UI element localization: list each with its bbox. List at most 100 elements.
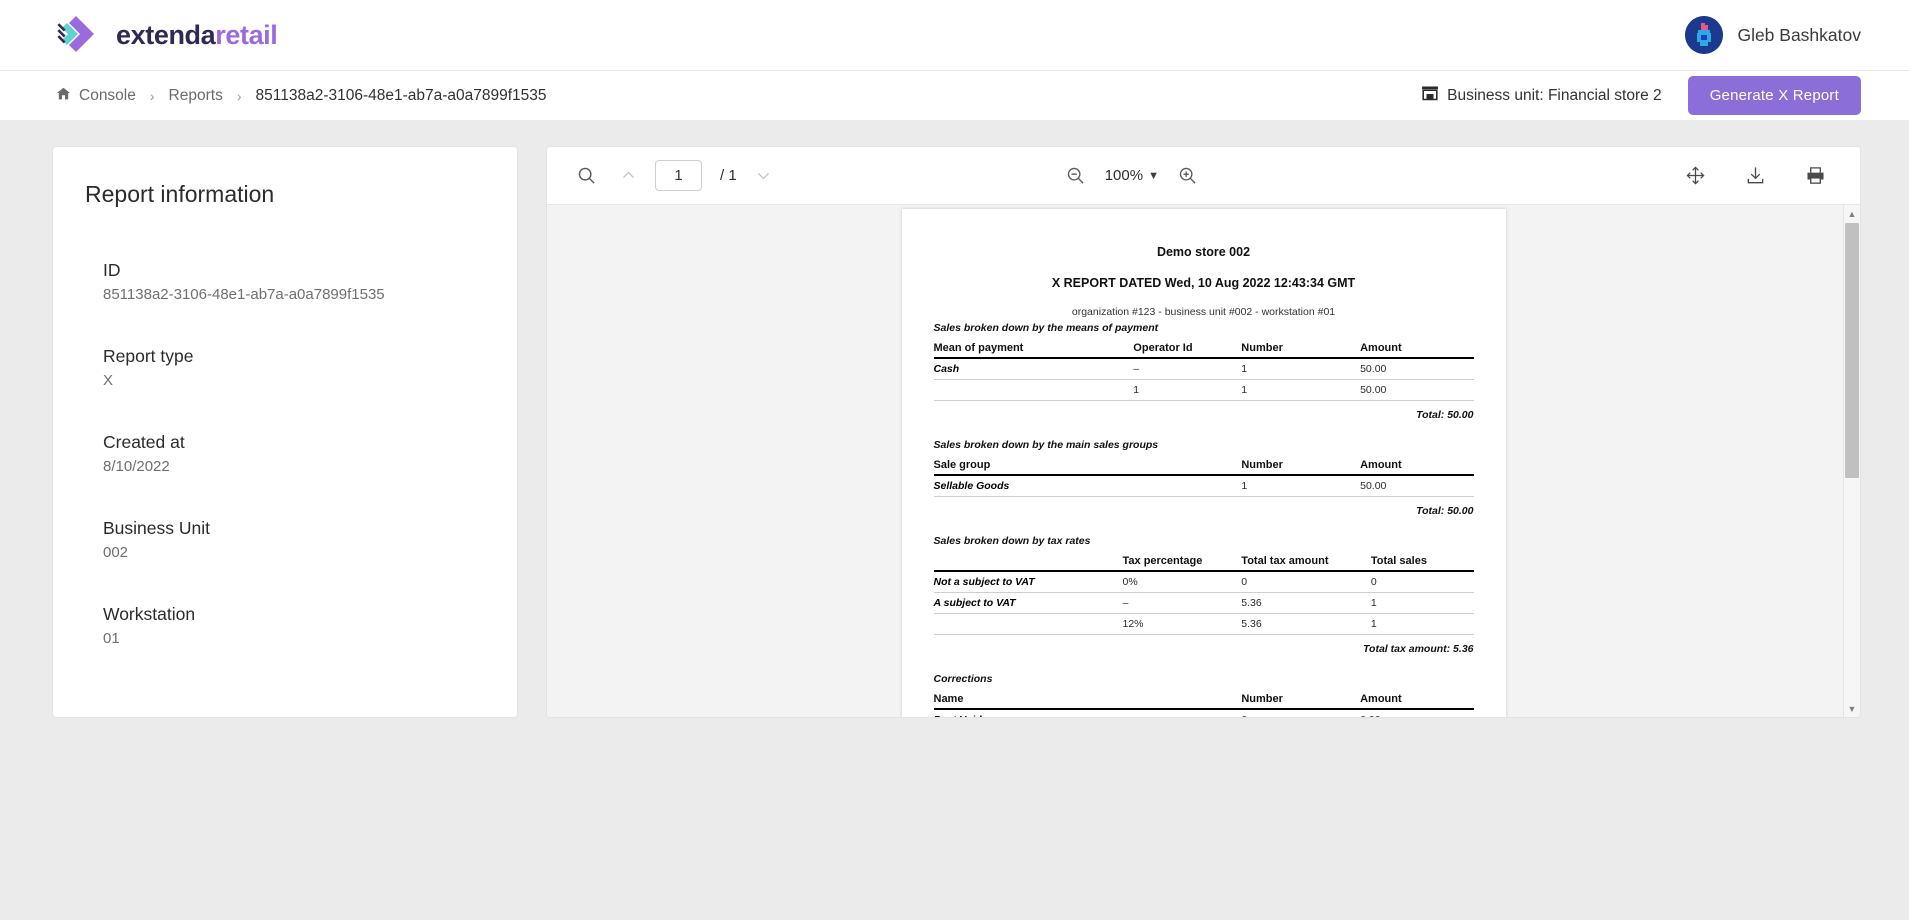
table-header-row: Name Number Amount xyxy=(933,691,1474,710)
section-title: Sales broken down by the main sales grou… xyxy=(933,439,1159,451)
pdf-zoom-controls: 100% ▼ xyxy=(1061,161,1203,191)
pdf-viewport[interactable]: Demo store 002 X REPORT DATED Wed, 10 Au… xyxy=(547,205,1860,717)
breadcrumb-label: Console xyxy=(79,86,136,104)
pdf-page: Demo store 002 X REPORT DATED Wed, 10 Au… xyxy=(901,209,1506,717)
pdf-scrollbar[interactable]: ▲ ▼ xyxy=(1843,205,1860,717)
field-value: 002 xyxy=(103,544,129,561)
cell: 1 xyxy=(1241,475,1361,497)
column-header: Total tax amount xyxy=(1241,553,1371,572)
top-bar: extendaretail Gleb Bashkatov xyxy=(0,0,1909,70)
report-information-panel: Report information ID 851138a2-3106-48e1… xyxy=(52,146,518,718)
search-icon[interactable] xyxy=(571,161,601,191)
cell: 1 xyxy=(1370,592,1474,614)
cell: 50.00 xyxy=(1360,475,1474,497)
field-business-unit: Business Unit 002 xyxy=(103,518,485,561)
chevron-up-icon[interactable] xyxy=(613,161,643,191)
document-store-title: Demo store 002 xyxy=(1156,245,1251,259)
print-icon[interactable] xyxy=(1800,161,1830,191)
brand-logo[interactable]: extendaretail xyxy=(56,12,278,58)
column-header xyxy=(933,553,1123,572)
chevron-down-icon: ▼ xyxy=(1148,169,1159,182)
avatar xyxy=(1685,16,1724,54)
breadcrumb-item-reports[interactable]: Reports xyxy=(169,87,223,105)
table-means-of-payment: Mean of payment Operator Id Number Amoun… xyxy=(933,340,1474,401)
field-id: ID 851138a2-3106-48e1-ab7a-a0a7899f1535 xyxy=(103,260,485,303)
table-row: 12% 5.36 1 xyxy=(933,613,1474,635)
download-icon[interactable] xyxy=(1740,161,1770,191)
scroll-up-arrow-icon[interactable]: ▲ xyxy=(1844,205,1860,222)
column-header: Name xyxy=(933,691,1242,710)
cell: 1 xyxy=(1241,379,1361,401)
cell: 50.00 xyxy=(1360,379,1474,401)
zoom-level-select[interactable]: 100% ▼ xyxy=(1105,167,1159,184)
cell: Cash xyxy=(933,358,1134,380)
pdf-toolbar-right xyxy=(1680,161,1840,191)
pdf-toolbar-left: / 1 xyxy=(571,160,779,191)
column-header: Tax percentage xyxy=(1122,553,1242,572)
user-menu[interactable]: Gleb Bashkatov xyxy=(1685,16,1861,54)
field-value: X xyxy=(103,372,114,389)
field-label: Workstation xyxy=(103,604,196,624)
field-label: Business Unit xyxy=(103,518,210,538)
cell: 1 xyxy=(1241,358,1361,380)
document-report-heading: X REPORT DATED Wed, 10 Aug 2022 12:43:34… xyxy=(1051,276,1356,290)
store-icon xyxy=(1421,84,1439,107)
cell: 0.00 xyxy=(1360,709,1474,717)
breadcrumb-item-console[interactable]: Console xyxy=(56,86,136,106)
business-unit-selector[interactable]: Business unit: Financial store 2 xyxy=(1421,84,1662,107)
column-header: Number xyxy=(1241,340,1361,359)
cell: 1 xyxy=(1370,613,1474,635)
cell: 1 xyxy=(1133,379,1242,401)
section-title: Corrections xyxy=(933,673,993,685)
scrollbar-thumb[interactable] xyxy=(1845,223,1859,478)
move-tool-icon[interactable] xyxy=(1680,161,1710,191)
zoom-out-icon[interactable] xyxy=(1061,161,1091,191)
section-total: Total tax amount: 5.36 xyxy=(1363,643,1474,655)
field-created-at: Created at 8/10/2022 xyxy=(103,432,485,475)
table-tax-rates: Tax percentage Total tax amount Total sa… xyxy=(933,553,1474,635)
cell: 0% xyxy=(1122,571,1242,593)
user-name: Gleb Bashkatov xyxy=(1737,24,1861,45)
section-total: Total: 50.00 xyxy=(1416,409,1474,421)
field-value: 01 xyxy=(103,630,120,647)
column-header: Number xyxy=(1241,691,1361,710)
breadcrumb-bar: Console › Reports › 851138a2-3106-48e1-a… xyxy=(0,70,1909,120)
cell xyxy=(933,613,1123,635)
generate-x-report-button[interactable]: Generate X Report xyxy=(1687,76,1861,115)
page-title: Report information xyxy=(85,181,275,207)
cell: 5.36 xyxy=(1241,613,1371,635)
zoom-level-value: 100% xyxy=(1104,167,1144,184)
table-header-row: Mean of payment Operator Id Number Amoun… xyxy=(933,340,1474,359)
table-sales-groups: Sale group Number Amount Sellable Goods … xyxy=(933,457,1474,497)
breadcrumb-separator: › xyxy=(236,87,242,104)
chevron-down-icon[interactable] xyxy=(749,161,779,191)
table-header-row: Tax percentage Total tax amount Total sa… xyxy=(933,553,1474,572)
table-row: Sellable Goods 1 50.00 xyxy=(933,475,1474,497)
page-number-input[interactable] xyxy=(655,160,702,191)
zoom-in-icon[interactable] xyxy=(1173,161,1203,191)
brand-name-primary: extenda xyxy=(116,19,216,50)
brand-wordmark: extendaretail xyxy=(116,19,278,51)
document-org-line: organization #123 - business unit #002 -… xyxy=(1071,306,1336,318)
scroll-down-arrow-icon[interactable]: ▼ xyxy=(1844,700,1860,717)
cell: 5.36 xyxy=(1241,592,1371,614)
table-row: A subject to VAT – 5.36 1 xyxy=(933,592,1474,614)
table-header-row: Sale group Number Amount xyxy=(933,457,1474,476)
cell: – xyxy=(1133,358,1242,380)
header-actions: Business unit: Financial store 2 Generat… xyxy=(1421,76,1861,115)
pdf-toolbar: / 1 100% ▼ xyxy=(547,147,1860,205)
field-value: 8/10/2022 xyxy=(103,458,170,475)
field-report-type: Report type X xyxy=(103,346,485,389)
cell: 0 xyxy=(1370,571,1474,593)
section-total: Total: 50.00 xyxy=(1416,505,1474,517)
cell: 12% xyxy=(1122,613,1242,635)
extenda-logo-icon xyxy=(56,12,102,58)
cell: – xyxy=(1122,592,1242,614)
section-title: Sales broken down by tax rates xyxy=(933,535,1091,547)
section-title: Sales broken down by the means of paymen… xyxy=(933,322,1159,334)
breadcrumb-separator: › xyxy=(149,87,155,104)
cell: 0 xyxy=(1241,571,1371,593)
brand-name-accent: retail xyxy=(215,19,278,50)
report-fields: ID 851138a2-3106-48e1-ab7a-a0a7899f1535 … xyxy=(85,260,485,647)
page-total-label: / 1 xyxy=(720,167,737,184)
